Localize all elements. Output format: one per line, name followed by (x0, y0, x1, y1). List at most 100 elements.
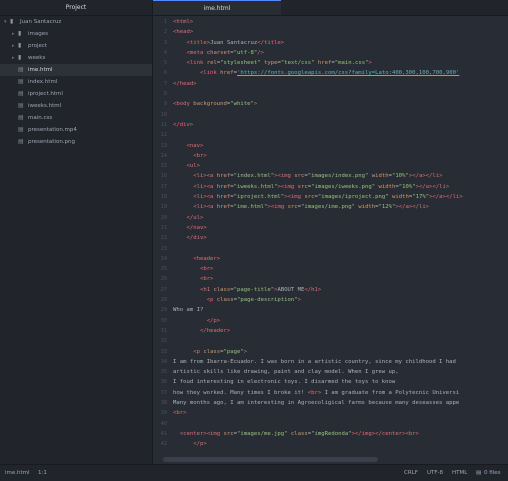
status-encoding[interactable]: UTF-8 (427, 465, 443, 481)
code-token: artistic skills like drawing, paint and … (173, 369, 399, 376)
code-line[interactable]: 2 <head> (153, 27, 508, 37)
code-line[interactable]: 8 (153, 89, 508, 99)
tree-file-iweeks-html[interactable]: ▤ iweeks.html (0, 100, 152, 112)
line-number: 35 (160, 369, 167, 376)
editor-pane[interactable]: ime.html 1 <html> 2 <head> 3 <title>Juan San… (153, 0, 508, 464)
code-line[interactable]: 3 <title>Juan Santacruz</title> (153, 38, 508, 48)
code-text: </ul> (173, 213, 203, 223)
code-line[interactable]: 41 <center><img src="images/me.jpg" clas… (153, 429, 508, 439)
tab-ime-html[interactable]: ime.html (153, 0, 281, 15)
line-number: 7 (163, 80, 167, 87)
code-line[interactable]: 42 </p> (153, 439, 508, 449)
code-line[interactable]: 36 I foud interesting in electronic toys.… (153, 377, 508, 387)
code-token: </ul> (186, 214, 204, 221)
code-line[interactable]: 39 <br> (153, 408, 508, 418)
code-line[interactable]: 21 </nav> (153, 223, 508, 233)
line-number: 26 (160, 276, 167, 283)
code-line[interactable]: 29 Who am I? (153, 305, 508, 315)
code-line[interactable]: 27 <h1 class="page-title">ABOUT ME</h1> (153, 285, 508, 295)
code-line[interactable]: 35 artistic skills like drawing, paint an… (153, 367, 508, 377)
code-line[interactable]: 1 <html> (153, 17, 508, 27)
status-cursor-position[interactable]: 1:1 (38, 465, 47, 481)
code-area[interactable]: 1 <html> 2 <head> 3 <title>Juan Santacruz</t… (153, 17, 508, 449)
code-token: > (297, 297, 302, 304)
code-text: <link rel="stylesheet" type="text/css" h… (173, 58, 371, 68)
line-number: 8 (163, 91, 167, 98)
tree-folder-images[interactable]: ▸ ▮ images (0, 28, 152, 40)
status-file-path[interactable]: ime.html (5, 465, 30, 481)
code-line[interactable]: 6 <link href='https://fonts.googleapis.c… (153, 68, 508, 78)
code-line[interactable]: 7 </head> (153, 79, 508, 89)
code-line[interactable]: 28 <p class="page-description"> (153, 295, 508, 305)
code-token: "iweeks.html" (233, 183, 278, 190)
code-line[interactable]: 23 (153, 244, 508, 254)
code-token: width (378, 183, 396, 190)
code-line[interactable]: 10 (153, 110, 508, 120)
tree-file-presentation-png[interactable]: ▤ presentation.png (0, 136, 152, 148)
tree-file-main-css[interactable]: ▤ main.css (0, 112, 152, 124)
tree-folder-project[interactable]: ▸ ▮ project (0, 40, 152, 52)
code-line[interactable]: 40 (153, 419, 508, 429)
code-line[interactable]: 14 <br> (153, 151, 508, 161)
code-line[interactable]: 33 <p class="page"> (153, 347, 508, 357)
tree-file-index-html[interactable]: ▤ index.html (0, 76, 152, 88)
tree-root-folder[interactable]: ▾ ▮ Juan Santacruz (0, 16, 152, 28)
code-line[interactable]: 17 <li><a href="iweeks.html"><img src="i… (153, 182, 508, 192)
code-line[interactable]: 15 <ul> (153, 161, 508, 171)
code-line[interactable]: 19 <li><a href="ime.html"><img src="imag… (153, 202, 508, 212)
code-token: href (220, 70, 234, 77)
code-line[interactable]: 5 <link rel="stylesheet" type="text/css"… (153, 58, 508, 68)
project-tree-panel: Project ▾ ▮ Juan Santacruz ▸ ▮ images ▸ ▮ proj… (0, 0, 153, 464)
status-grammar[interactable]: HTML (452, 465, 467, 481)
status-line-ending[interactable]: CRLF (404, 465, 418, 481)
code-token: "17%" (412, 194, 430, 201)
horizontal-scrollbar[interactable] (163, 457, 378, 462)
code-line[interactable]: 22 </div> (153, 233, 508, 243)
code-token: "images/index.png" (307, 173, 369, 180)
code-token: <center><img (179, 430, 224, 437)
code-token: width (358, 204, 376, 211)
tree-file-iproject-html[interactable]: ▤ iproject.html (0, 88, 152, 100)
code-line[interactable]: 13 <nav> (153, 141, 508, 151)
line-number: 30 (160, 317, 167, 324)
code-line[interactable]: 26 <br> (153, 274, 508, 284)
code-token: </header> (199, 327, 231, 334)
code-line[interactable]: 24 <header> (153, 254, 508, 264)
code-line[interactable]: 16 <li><a href="index.html"><img src="im… (153, 171, 508, 181)
code-token: <br> (199, 266, 214, 273)
code-line[interactable]: 37 how they worked. Many times I broke it… (153, 388, 508, 398)
code-token: ><img (267, 204, 288, 211)
status-files-count[interactable]: 0 files (484, 465, 501, 481)
code-line[interactable]: 9 <body background="white"> (153, 99, 508, 109)
code-token: charset (206, 49, 231, 56)
code-token: ><img (274, 173, 295, 180)
tree-file-presentation-mp4[interactable]: ▤ presentation.mp4 (0, 124, 152, 136)
line-number: 5 (163, 60, 167, 67)
code-line[interactable]: 12 (153, 130, 508, 140)
code-line[interactable]: 20 </ul> (153, 213, 508, 223)
code-line[interactable]: 25 <br> (153, 264, 508, 274)
code-line[interactable]: 32 (153, 336, 508, 346)
code-token: <br> (193, 152, 207, 159)
code-token: <html> (173, 19, 194, 25)
code-token: <head> (173, 29, 194, 36)
code-line[interactable]: 11 </div> (153, 120, 508, 130)
tree-file-ime-html[interactable]: ▤ ime.html (0, 64, 152, 76)
code-line[interactable]: 18 <li><a href="iproject.html"><img src=… (153, 192, 508, 202)
code-text: Who am I? (173, 305, 203, 315)
code-line[interactable]: 34 I am from Ibarra-Ecuador. I was born i… (153, 357, 508, 367)
code-text: <h1 class="page-title">ABOUT ME</h1> (173, 285, 321, 295)
code-token: "images/ime.png" (301, 204, 355, 211)
code-line[interactable]: 38 Many months ago, I am interesting in A… (153, 398, 508, 408)
tree-file-label: presentation.png (28, 139, 76, 145)
code-line[interactable]: 4 <meta charset="utf-8"/> (153, 48, 508, 58)
code-line[interactable]: 31 </header> (153, 326, 508, 336)
code-line[interactable]: 30 </p> (153, 316, 508, 326)
tree-folder-weeks[interactable]: ▸ ▮ weeks (0, 52, 152, 64)
code-token: "white" (230, 101, 254, 108)
